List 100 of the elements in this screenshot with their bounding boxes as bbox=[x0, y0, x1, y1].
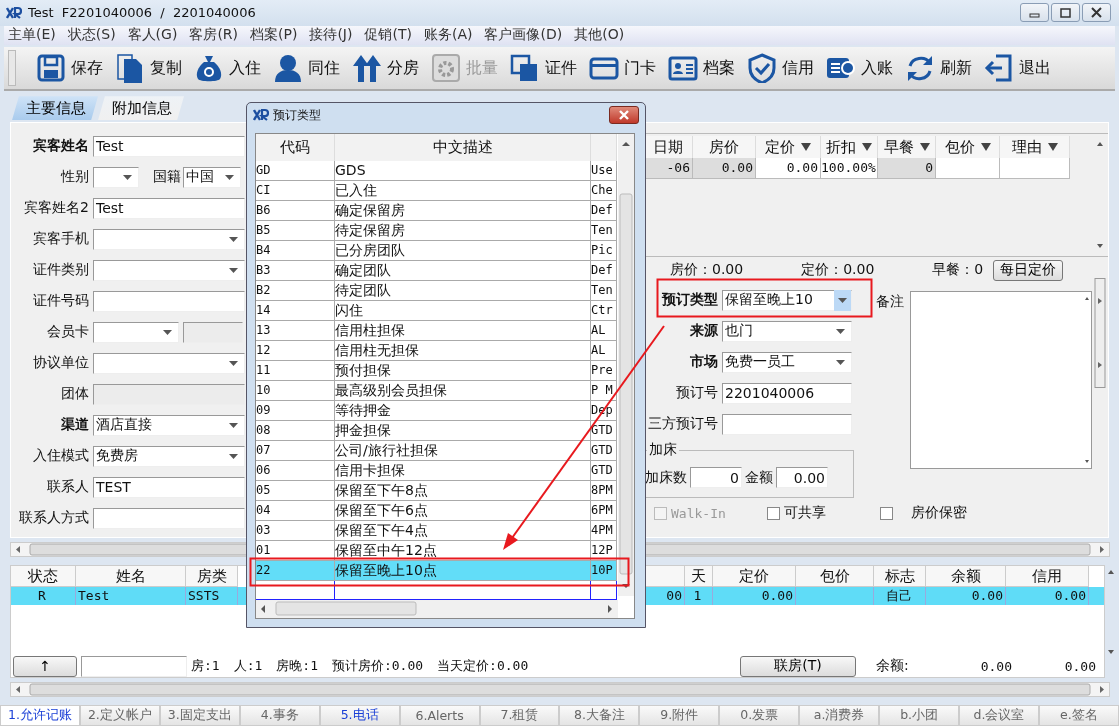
text-field[interactable]: Test bbox=[93, 135, 245, 157]
toolbar-button[interactable]: 门卡 bbox=[589, 48, 662, 88]
tab[interactable]: 2.定义帐户 bbox=[79, 705, 160, 726]
close-button[interactable] bbox=[1082, 3, 1111, 23]
list-row[interactable]: 05 保留至下午8点 8PM bbox=[256, 481, 617, 501]
list-row[interactable]: 10 最高级别会员担保 P M bbox=[256, 381, 617, 401]
link-rooms-button[interactable]: 联房(T) bbox=[740, 655, 856, 677]
column-header[interactable]: 理由 bbox=[1000, 136, 1070, 159]
toolbar-button[interactable]: 信用 bbox=[747, 48, 820, 88]
column-header[interactable]: 代码 bbox=[256, 134, 335, 161]
checkbox[interactable] bbox=[767, 506, 780, 520]
dropdown-field[interactable]: 中国 bbox=[183, 166, 241, 188]
toolbar-button[interactable]: 证件 bbox=[510, 48, 583, 88]
menu-item[interactable]: 促销(T) bbox=[364, 26, 412, 45]
list-row[interactable]: B3 确定团队 Def bbox=[256, 261, 617, 281]
menu-item[interactable]: 其他(O) bbox=[574, 26, 625, 45]
menu-item[interactable]: 档案(P) bbox=[250, 26, 298, 45]
toolbar-button[interactable]: 档案 bbox=[668, 48, 741, 88]
menu-item[interactable]: 账务(A) bbox=[423, 26, 473, 45]
tab[interactable]: 3.固定支出 bbox=[159, 705, 240, 726]
column-header[interactable]: 日期 bbox=[643, 136, 693, 159]
text-field[interactable]: Test bbox=[93, 197, 245, 219]
tab[interactable]: 7.租赁 bbox=[479, 705, 560, 726]
list-row[interactable]: 13 信用柱担保 AL bbox=[256, 321, 617, 341]
tab[interactable]: 8.大备注 bbox=[559, 705, 640, 726]
close-button[interactable] bbox=[609, 106, 639, 124]
tab[interactable]: 0.发票 bbox=[719, 705, 800, 726]
tab[interactable]: 6.Alerts bbox=[399, 705, 480, 726]
minimize-button[interactable] bbox=[1020, 3, 1049, 23]
list-row[interactable]: 12 信用柱无担保 AL bbox=[256, 341, 617, 361]
tab[interactable]: d.会议室 bbox=[959, 705, 1039, 726]
maximize-button[interactable] bbox=[1051, 3, 1080, 23]
column-header[interactable]: 中文描述 bbox=[335, 134, 591, 161]
remarks-field[interactable] bbox=[910, 291, 1092, 470]
list-row[interactable]: B5 待定保留房 Ten bbox=[256, 221, 617, 241]
list-row[interactable]: B2 待定团队 Ten bbox=[256, 281, 617, 301]
dropdown-field[interactable] bbox=[93, 352, 245, 374]
daily-rate-button[interactable]: 每日定价 bbox=[993, 259, 1064, 281]
list-row[interactable]: CI 已入住 Che bbox=[256, 181, 617, 201]
dropdown-field[interactable]: 也门 bbox=[722, 320, 852, 342]
list-row[interactable]: 11 预付担保 Pre bbox=[256, 361, 617, 381]
menu-item[interactable]: 客房(R) bbox=[189, 26, 239, 45]
list-row[interactable]: 07 公司/旅行社担保 GTD bbox=[256, 441, 617, 461]
column-header[interactable]: 信用 bbox=[1006, 566, 1089, 587]
list-row[interactable]: 06 信用卡担保 GTD bbox=[256, 461, 617, 481]
text-field[interactable] bbox=[93, 507, 245, 529]
toolbar-button[interactable]: 同住 bbox=[273, 48, 346, 88]
text-field[interactable] bbox=[93, 290, 245, 312]
column-header[interactable]: 折扣 bbox=[821, 136, 878, 159]
list-row[interactable]: B6 确定保留房 Def bbox=[256, 201, 617, 221]
menu-item[interactable]: 主单(E) bbox=[8, 26, 56, 45]
menu-item[interactable]: 客人(G) bbox=[127, 26, 178, 45]
tab[interactable]: b.小团 bbox=[879, 705, 960, 726]
dropdown-field[interactable]: 免费一员工 bbox=[722, 351, 852, 373]
tab[interactable]: 4.事务 bbox=[239, 705, 320, 726]
toolbar-button[interactable]: 复制 bbox=[115, 48, 188, 88]
column-header[interactable]: 房类 bbox=[186, 566, 238, 587]
text-field[interactable]: 2201040006 bbox=[722, 382, 852, 404]
text-field[interactable]: TEST bbox=[93, 476, 245, 498]
column-header[interactable]: 余额 bbox=[926, 566, 1006, 587]
tab[interactable]: e.签名 bbox=[1039, 705, 1119, 726]
text-field[interactable] bbox=[81, 655, 187, 677]
column-header[interactable]: 定价 bbox=[713, 566, 796, 587]
column-header[interactable]: 早餐 bbox=[878, 136, 936, 159]
toolbar-button[interactable]: 退出 bbox=[984, 48, 1057, 88]
toolbar-button[interactable]: 入住 bbox=[194, 48, 267, 88]
dropdown-field[interactable] bbox=[93, 321, 179, 343]
column-header[interactable]: 定价 bbox=[756, 136, 821, 159]
dropdown-field[interactable] bbox=[93, 166, 139, 188]
dropdown-field[interactable]: 酒店直接 bbox=[93, 414, 245, 436]
tab[interactable]: a.消费券 bbox=[799, 705, 880, 726]
text-field[interactable] bbox=[93, 383, 245, 405]
column-header[interactable]: 房价 bbox=[693, 136, 756, 159]
number-field[interactable]: 0.00 bbox=[776, 467, 828, 489]
list-row[interactable]: GD GDS Use bbox=[256, 161, 617, 181]
menu-item[interactable]: 客户画像(D) bbox=[484, 26, 563, 45]
column-header[interactable]: 包价 bbox=[796, 566, 874, 587]
tab[interactable]: 主要信息 bbox=[12, 96, 98, 121]
tab[interactable]: 1.允许记账 bbox=[0, 705, 80, 726]
text-field[interactable] bbox=[722, 413, 852, 435]
toolbar-button[interactable]: 保存 bbox=[36, 48, 109, 88]
column-header[interactable]: 天 bbox=[685, 566, 713, 587]
column-header[interactable]: 标志 bbox=[874, 566, 926, 587]
list-row[interactable]: 08 押金担保 GTD bbox=[256, 421, 617, 441]
dropdown-field[interactable] bbox=[93, 228, 245, 250]
column-header[interactable]: 包价 bbox=[936, 136, 1000, 159]
list-row[interactable]: 22 保留至晚上10点 10P bbox=[256, 561, 617, 581]
text-field[interactable] bbox=[183, 321, 243, 343]
number-field[interactable]: 0 bbox=[690, 467, 742, 489]
dropdown-field[interactable]: 保留至晚上10 bbox=[722, 289, 852, 311]
toolbar-button[interactable]: 刷新 bbox=[905, 48, 978, 88]
tab[interactable]: 附加信息 bbox=[98, 96, 184, 121]
list-row[interactable]: B4 已分房团队 Pic bbox=[256, 241, 617, 261]
toolbar-button[interactable]: 分房 bbox=[352, 48, 425, 88]
up-button[interactable]: ↑ bbox=[13, 655, 77, 677]
checkbox[interactable] bbox=[880, 506, 893, 520]
tab[interactable]: 5.电话 bbox=[319, 705, 400, 726]
menu-item[interactable]: 接待(J) bbox=[309, 26, 353, 45]
toolbar-button[interactable]: 入账 bbox=[826, 48, 899, 88]
column-header[interactable]: 状态 bbox=[11, 566, 76, 587]
